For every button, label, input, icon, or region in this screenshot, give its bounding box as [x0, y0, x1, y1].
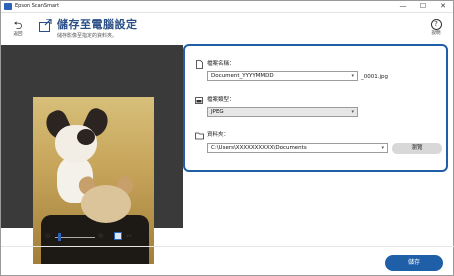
maximize-icon[interactable]: ☐: [413, 1, 433, 12]
fit-to-window-icon[interactable]: [114, 232, 122, 240]
filetype-label: 檔案類型：: [207, 97, 235, 103]
filetype-value: JPEG: [211, 109, 224, 115]
filename-input[interactable]: Document_YYYYMMDD ▾: [207, 71, 358, 81]
save-to-computer-icon: [39, 19, 52, 32]
folder-label: 資料夾：: [207, 132, 230, 138]
zoom-in-icon[interactable]: ⊕: [98, 231, 104, 241]
footer-divider: [1, 246, 454, 247]
folder-input[interactable]: C:\Users\XXXXXXXXXX\Documents ▾: [207, 143, 388, 153]
filetype-select[interactable]: JPEG ▾: [207, 107, 358, 117]
help-icon: ?: [430, 19, 442, 30]
chevron-down-icon[interactable]: ▾: [381, 144, 384, 152]
back-button[interactable]: ⮌ 返回: [7, 20, 29, 42]
save-button[interactable]: 儲存: [385, 255, 443, 271]
file-type-icon: [195, 97, 203, 104]
file-icon: [196, 60, 203, 69]
app-icon: [4, 3, 12, 10]
folder-icon: [195, 132, 204, 140]
zoom-slider-handle[interactable]: [58, 233, 61, 241]
title-bar: Epson ScanSmart — ☐ ✕: [1, 1, 453, 13]
window-title: Epson ScanSmart: [15, 3, 60, 9]
filename-suffix: _0001.jpg: [361, 74, 389, 80]
page-subtitle: 儲存影像至指定的資料夾。: [57, 33, 118, 39]
app-window: Epson ScanSmart — ☐ ✕ ⮌ 返回 儲存至電腦設定 儲存影像至…: [0, 0, 454, 276]
page-title: 儲存至電腦設定: [57, 18, 138, 31]
filename-label: 檔案名稱：: [207, 61, 235, 67]
zoom-toolbar: ⊖ ⊕ ↔: [1, 229, 183, 243]
folder-value: C:\Users\XXXXXXXXXX\Documents: [211, 145, 307, 151]
zoom-slider[interactable]: [55, 237, 95, 238]
settings-panel: 檔案名稱： Document_YYYYMMDD ▾ _0001.jpg 檔案類型…: [183, 44, 448, 172]
preview-area: [1, 45, 183, 264]
zoom-out-icon[interactable]: ⊖: [45, 231, 51, 241]
help-label: 說明: [431, 31, 441, 36]
back-arrow-icon: ⮌: [13, 19, 23, 32]
minimize-icon[interactable]: —: [393, 1, 413, 12]
help-button[interactable]: ? 說明: [425, 19, 447, 41]
rotate-icon[interactable]: ↔: [126, 231, 132, 241]
browse-button[interactable]: 瀏覽: [392, 143, 442, 154]
back-label: 返回: [13, 32, 23, 37]
chevron-down-icon[interactable]: ▾: [351, 72, 354, 80]
dog2-head: [81, 185, 131, 223]
filename-value: Document_YYYYMMDD: [211, 73, 274, 79]
dog-patch: [77, 129, 95, 145]
chevron-down-icon[interactable]: ▾: [351, 108, 354, 116]
close-icon[interactable]: ✕: [433, 1, 453, 12]
